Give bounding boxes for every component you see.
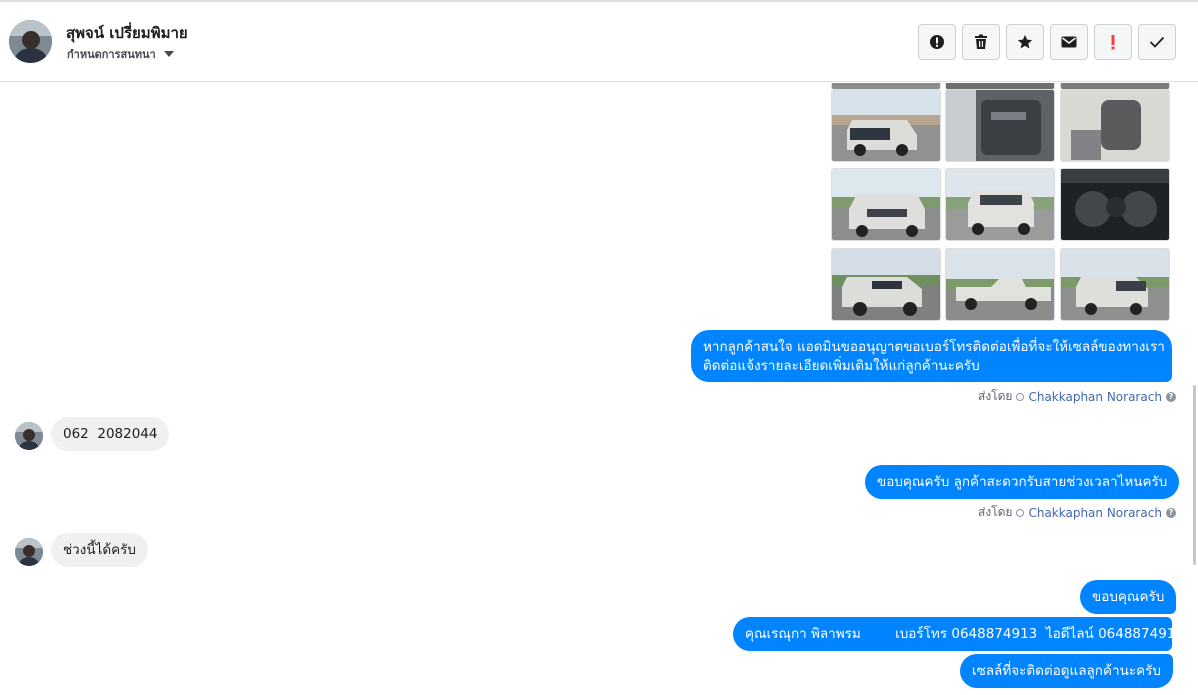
message-bubble-outgoing: เซลล์ที่จะติดต่อดูแลลูกค้านะครับ (960, 654, 1173, 688)
message-text: ขอบคุณครับ ลูกค้าสะดวกรับสายช่วงเวลาไหนค… (877, 474, 1168, 490)
trash-icon (975, 34, 987, 49)
message-text: ติดต่อแจ้งรายละเอียดเพิ่มเติมให้แก่ลูกค้… (703, 358, 980, 374)
vehicle-photo-rear-left[interactable] (831, 89, 941, 162)
verified-icon (1016, 392, 1025, 401)
message-bubble-outgoing: คุณเรณุกา พิลาพรม เบอร์โทร 0648874913 ไอ… (733, 617, 1184, 651)
vehicle-photo-rear[interactable] (945, 168, 1055, 241)
message-text: ช่วงนี้ได้ครับ (63, 542, 136, 558)
vehicle-photo-door-interior[interactable] (945, 89, 1055, 162)
vehicle-photo-front[interactable] (831, 168, 941, 241)
message-bubble-incoming: ช่วงนี้ได้ครับ (51, 533, 148, 567)
help-icon[interactable]: ? (1165, 507, 1176, 518)
conversation-options-label: กำหนดการสนทนา (67, 48, 156, 61)
spam-icon (930, 35, 944, 49)
header-actions (918, 24, 1176, 60)
conversation-header: สุพจน์ เปรี่ยมพิมาย กำหนดการสนทนา (0, 2, 1198, 82)
star-icon (1017, 35, 1033, 49)
scrollbar-thumb[interactable] (1193, 385, 1196, 565)
star-button[interactable] (1006, 24, 1044, 60)
contact-avatar-small (15, 538, 43, 566)
follow-up-button[interactable] (1094, 24, 1132, 60)
contact-name[interactable]: สุพจน์ เปรี่ยมพิมาย (66, 21, 188, 45)
envelope-icon (1061, 36, 1077, 48)
sent-by-prefix: ส่งโดย (978, 505, 1013, 519)
message-text: เซลล์ที่จะติดต่อดูแลลูกค้านะครับ (972, 663, 1161, 679)
contact-avatar[interactable] (9, 20, 52, 63)
message-thread[interactable]: หากลูกค้าสนใจ แอดมินขออนุญาตขอเบอร์โทรติ… (0, 83, 1198, 695)
follow-up-icon (1111, 35, 1115, 50)
mark-unread-button[interactable] (1050, 24, 1088, 60)
message-text: ขอบคุณครับ (1092, 589, 1165, 605)
caret-down-icon (163, 51, 174, 57)
message-bubble-outgoing: ขอบคุณครับ ลูกค้าสะดวกรับสายช่วงเวลาไหนค… (865, 465, 1180, 499)
message-bubble-outgoing: หากลูกค้าสนใจ แอดมินขออนุญาตขอเบอร์โทรติ… (691, 330, 1172, 382)
vehicle-photo-side[interactable] (945, 248, 1055, 321)
message-bubble-outgoing: ขอบคุณครับ (1080, 580, 1177, 614)
checkmark-icon (1149, 36, 1165, 48)
sent-by-prefix: ส่งโดย (978, 389, 1013, 403)
agent-name-link[interactable]: Chakkaphan Norarach (1028, 506, 1161, 520)
message-text: หากลูกค้าสนใจ แอดมินขออนุญาตขอเบอร์โทรติ… (703, 339, 1165, 355)
message-text: คุณเรณุกา พิลาพรม เบอร์โทร 0648874913 ไอ… (745, 626, 1184, 642)
vehicle-photo-rear-right[interactable] (1060, 248, 1170, 321)
contact-avatar-small (15, 422, 43, 450)
sent-by-label: ส่งโดย Chakkaphan Norarach ? (978, 503, 1176, 522)
sent-by-label: ส่งโดย Chakkaphan Norarach ? (978, 387, 1176, 406)
agent-name-link[interactable]: Chakkaphan Norarach (1028, 390, 1161, 404)
mark-spam-button[interactable] (918, 24, 956, 60)
vehicle-photo-front-side[interactable] (831, 248, 941, 321)
message-bubble-incoming: 062 2082044 (51, 417, 170, 451)
vehicle-photo-dashboard[interactable] (1060, 168, 1170, 241)
delete-button[interactable] (962, 24, 1000, 60)
help-icon[interactable]: ? (1165, 391, 1176, 402)
verified-icon (1016, 508, 1025, 517)
vehicle-photo-seat[interactable] (1060, 89, 1170, 162)
message-text: 062 2082044 (63, 426, 158, 442)
conversation-options-dropdown[interactable]: กำหนดการสนทนา (67, 45, 174, 63)
mark-done-button[interactable] (1138, 24, 1176, 60)
